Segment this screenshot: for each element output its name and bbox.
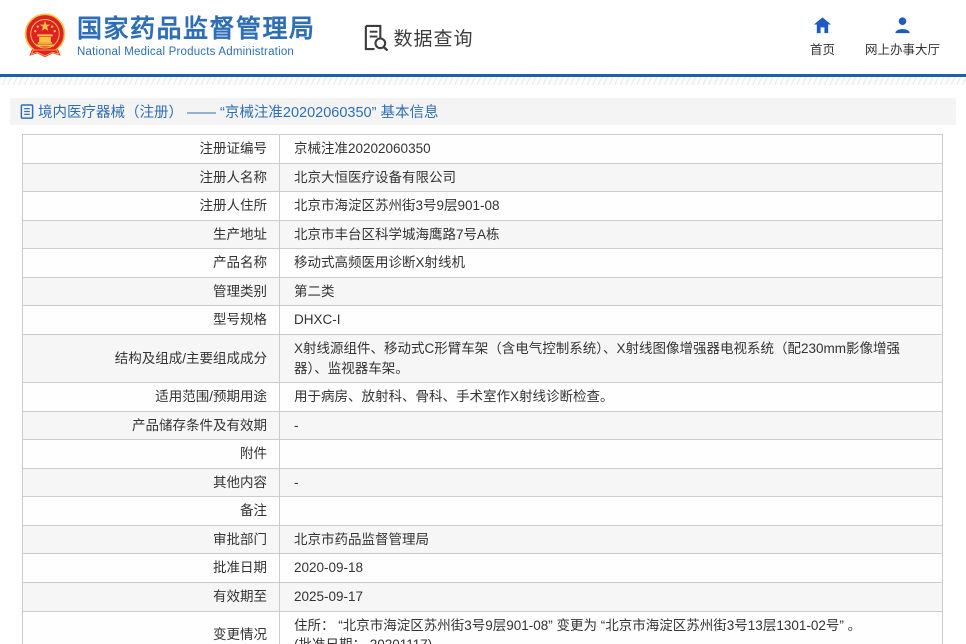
data-query-label: 数据查询 <box>393 28 474 50</box>
user-icon <box>895 17 910 34</box>
field-label: 审批部门 <box>22 524 280 555</box>
table-row: 注册证编号 京械注准20202060350 <box>22 134 943 164</box>
field-label: 附件 <box>22 439 280 469</box>
table-row: 审批部门 北京市药品监督管理局 <box>22 524 943 555</box>
nav-home-label: 首页 <box>809 43 835 57</box>
table-row: 变更情况 住所： “北京市海淀区苏州街3号9层901-08” 变更为 “北京市海淀… <box>22 610 943 644</box>
org-name-en: National Medical Products Administration <box>77 46 295 59</box>
field-value: 北京市丰台区科学城海鹰路7号A栋 <box>279 219 943 250</box>
field-value: 北京大恒医疗设备有限公司 <box>279 162 943 193</box>
field-value: DHXC-I <box>279 305 943 335</box>
nav-item-service-hall[interactable]: 网上办事大厅 <box>865 16 940 58</box>
document-search-icon <box>364 24 388 51</box>
table-row: 批准日期 2020-09-18 <box>22 553 943 583</box>
page-icon <box>20 104 34 119</box>
field-value: 2025-09-17 <box>279 582 943 612</box>
field-value: X射线源组件、移动式C形臂车架（含电气控制系统）、X射线图像增强器电视系统（配2… <box>279 333 943 384</box>
table-row: 其他内容 - <box>22 467 943 498</box>
field-label: 结构及组成/主要组成成分 <box>22 333 280 384</box>
breadcrumb-text: 境内医疗器械（注册） —— “京械注准20202060350” 基本信息 <box>38 105 439 121</box>
field-value: 移动式高频医用诊断X射线机 <box>279 248 943 278</box>
org-name-cn: 国家药品监督管理局 <box>77 14 316 43</box>
nav-service-hall-label: 网上办事大厅 <box>864 43 940 57</box>
field-label: 批准日期 <box>22 553 280 583</box>
field-value: 第二类 <box>279 276 943 307</box>
field-value: - <box>279 410 943 441</box>
field-value: - <box>279 467 943 498</box>
table-row: 有效期至 2025-09-17 <box>22 582 943 612</box>
field-label: 注册人住所 <box>22 191 280 221</box>
field-label: 有效期至 <box>22 582 280 612</box>
field-label: 产品储存条件及有效期 <box>22 410 280 441</box>
top-nav: 首页 网上办事大厅 <box>810 16 940 58</box>
table-row: 结构及组成/主要组成成分 X射线源组件、移动式C形臂车架（含电气控制系统）、X射线… <box>22 333 943 384</box>
data-query-section[interactable]: 数据查询 <box>362 24 474 51</box>
table-row: 产品名称 移动式高频医用诊断X射线机 <box>22 248 943 278</box>
field-value: 京械注准20202060350 <box>279 134 943 164</box>
field-value <box>279 496 943 526</box>
org-title-block: 国家药品监督管理局 National Medical Products Admi… <box>77 14 316 59</box>
table-row: 注册人住所 北京市海淀区苏州街3号9层901-08 <box>22 191 943 221</box>
table-row: 生产地址 北京市丰台区科学城海鹰路7号A栋 <box>22 219 943 250</box>
table-row: 产品储存条件及有效期 - <box>22 410 943 441</box>
field-value: 住所： “北京市海淀区苏州街3号9层901-08” 变更为 “北京市海淀区苏州街… <box>279 610 943 644</box>
field-value: 用于病房、放射科、骨科、手术室作X射线诊断检查。 <box>279 382 943 412</box>
home-icon <box>813 17 832 34</box>
table-row: 管理类别 第二类 <box>22 276 943 307</box>
table-row: 型号规格 DHXC-I <box>22 305 943 335</box>
table-row: 备注 <box>22 496 943 526</box>
field-value: 2020-09-18 <box>279 553 943 583</box>
field-label: 管理类别 <box>22 276 280 307</box>
field-label: 注册证编号 <box>22 134 280 164</box>
field-value: 北京市药品监督管理局 <box>279 524 943 555</box>
page-header: 国家药品监督管理局 National Medical Products Admi… <box>0 0 966 74</box>
registration-info-table: 注册证编号 京械注准20202060350 注册人名称 北京大恒医疗设备有限公司 注册人… <box>22 134 943 644</box>
field-value <box>279 439 943 469</box>
table-row: 注册人名称 北京大恒医疗设备有限公司 <box>22 162 943 193</box>
field-value: 北京市海淀区苏州街3号9层901-08 <box>279 191 943 221</box>
header-divider-hatch <box>0 77 966 85</box>
field-label: 注册人名称 <box>22 162 280 193</box>
field-label: 备注 <box>22 496 280 526</box>
field-label: 产品名称 <box>22 248 280 278</box>
field-label: 型号规格 <box>22 305 280 335</box>
national-emblem-logo <box>24 13 66 58</box>
field-label: 生产地址 <box>22 219 280 250</box>
table-row: 适用范围/预期用途 用于病房、放射科、骨科、手术室作X射线诊断检查。 <box>22 382 943 412</box>
breadcrumb: 境内医疗器械（注册） —— “京械注准20202060350” 基本信息 <box>10 98 956 125</box>
table-row: 附件 <box>22 439 943 469</box>
field-label: 其他内容 <box>22 467 280 498</box>
field-label: 适用范围/预期用途 <box>22 382 280 412</box>
field-label: 变更情况 <box>22 610 280 644</box>
nav-item-home[interactable]: 首页 <box>810 16 835 58</box>
